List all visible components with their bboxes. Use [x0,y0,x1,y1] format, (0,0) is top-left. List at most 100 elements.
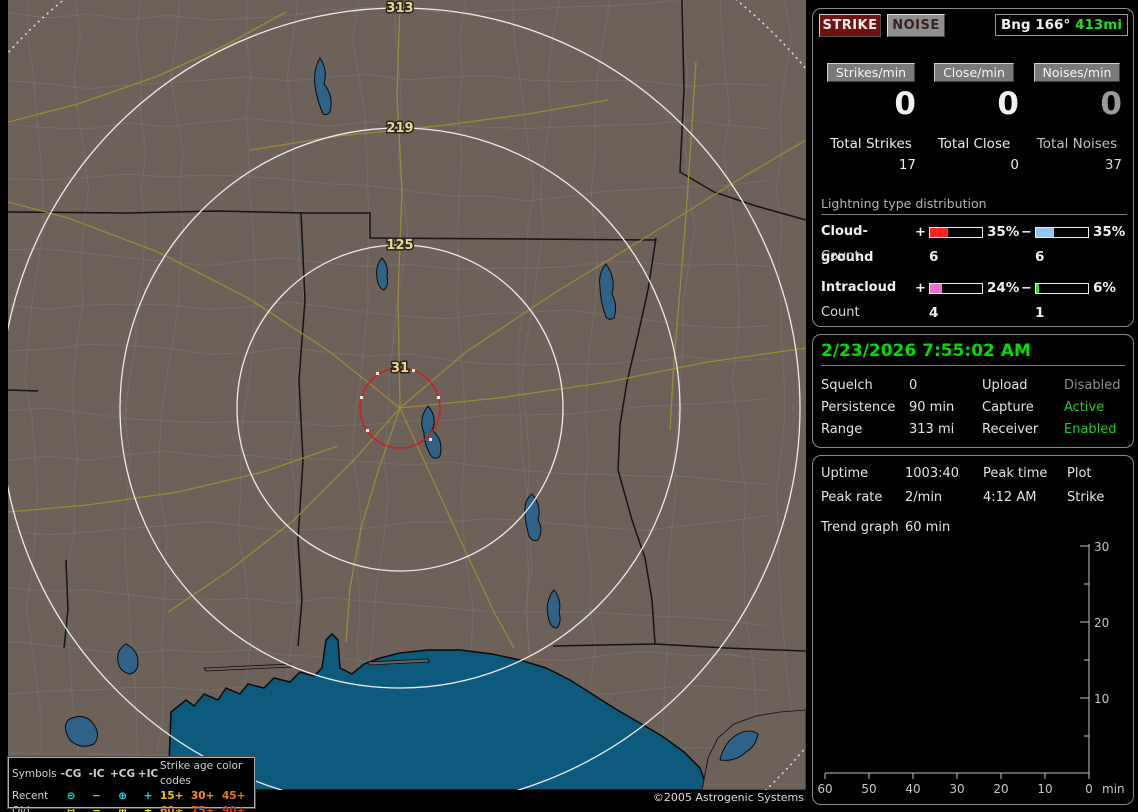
x-tick-0: 0 [1085,782,1093,796]
total-close-value: 0 [1010,157,1019,173]
mode-toggle: STRIKE NOISE [819,14,945,37]
ic-positive-bar [929,282,983,294]
legend-age-header: Strike age color codes [160,760,243,787]
strikes-per-min-button[interactable]: Strikes/min [826,63,916,82]
distribution-grid: Cloud-ground + 35% − 35% Count 6 6 Intra… [821,219,1127,325]
total-strikes-label: Total Strikes [830,136,912,152]
trend-graph-label: Trend graph [821,520,899,535]
strike-mode-button[interactable]: STRIKE [819,14,881,37]
pos-cg-old-icon: ⊕ [118,805,127,812]
capture-label: Capture [982,400,1034,415]
legend-col-neg-ic: -IC [88,767,105,780]
rate-counters: Strikes/min 0 Total Strikes 17 Close/min… [821,63,1127,173]
strikes-rate-value: 0 [894,86,916,122]
x-tick-40: 40 [905,782,920,796]
cg-positive-count: 6 [929,249,939,265]
stats-grid: Uptime 1003:40 Peak time Plot Peak rate … [821,466,1125,505]
range-ring-label: 125 [386,238,413,253]
peak-time-label: Peak time [983,466,1048,481]
total-strikes-value: 17 [898,157,916,173]
x-tick-50: 50 [861,782,876,796]
close-rate-value: 0 [997,86,1019,122]
noises-counter-column: Noises/min 0 Total Noises 37 [1027,63,1127,173]
strikes-counter-column: Strikes/min 0 Total Strikes 17 [821,63,921,173]
count-label: Count [821,249,860,264]
plus-sign: + [915,224,926,240]
status-panel: 2/23/2026 7:55:02 AM Squelch 0 Upload Di… [812,334,1134,448]
pos-ic-old-icon: + [143,805,153,812]
peak-rate-value: 2/min [905,490,943,505]
ic-negative-bar-fill [1036,283,1040,293]
receiver-status: Enabled [1064,422,1117,437]
uptime-value: 1003:40 [905,466,960,481]
plot-value: Strike [1067,490,1105,505]
cg-negative-count: 6 [1035,249,1045,265]
count-label: Count [821,305,860,320]
intracloud-label: Intracloud [821,280,897,295]
persistence-value: 90 min [909,400,955,415]
range-ring-label: 313 [386,1,413,16]
total-noises-value: 37 [1104,157,1122,173]
capture-status: Active [1064,400,1105,415]
bearing-distance-display: Bng 166° 413mi [995,14,1128,36]
x-tick-60: 60 [817,782,832,796]
lightning-distribution: Lightning type distribution Cloud-ground… [821,196,1127,325]
range-ring-label: 31 [391,361,409,376]
range-label: Range [821,422,863,437]
persistence-label: Persistence [821,400,896,415]
range-value: 313 mi [909,422,955,437]
squelch-value: 0 [909,378,918,393]
nexstorm-window: 313 219 125 31 Symbols -CG -IC +CG +IC S… [0,0,1138,812]
total-close-label: Total Close [937,136,1011,152]
status-grid: Squelch 0 Upload Disabled Persistence 90… [821,378,1125,437]
uptime-label: Uptime [821,466,869,481]
trend-graph-chart: 30 20 10 60 50 40 30 20 10 0 min [817,541,1124,796]
map-canvas[interactable]: 313 219 125 31 [8,0,806,790]
ic-negative-pct: 6% [1093,280,1116,296]
cg-negative-bar-fill [1036,227,1055,237]
peak-rate-label: Peak rate [821,490,883,505]
peak-time-value: 4:12 AM [983,490,1037,505]
trend-graph-value: 60 min [905,520,951,535]
bearing-value: Bng 166° [1001,17,1071,33]
noises-rate-value: 0 [1100,86,1122,122]
ic-negative-count: 1 [1035,305,1045,321]
close-per-min-button[interactable]: Close/min [934,63,1014,82]
cg-positive-pct: 35% [987,224,1020,240]
receiver-label: Receiver [982,422,1039,437]
ic-positive-bar-fill [930,283,943,293]
upload-status: Disabled [1064,378,1121,393]
minus-sign: − [1021,224,1032,240]
stats-panel: Uptime 1003:40 Peak time Plot Peak rate … [812,455,1134,805]
cg-negative-pct: 35% [1093,224,1126,240]
cg-positive-bar [929,226,983,238]
legend-symbols-header: Symbols [12,767,57,780]
total-noises-label: Total Noises [1036,136,1118,152]
cloud-ground-label: Cloud-ground [821,224,874,265]
cg-negative-bar [1035,226,1089,238]
distribution-title: Lightning type distribution [821,196,1127,215]
datetime-display: 2/23/2026 7:55:02 AM [821,341,1125,366]
y-tick-10: 10 [1094,692,1109,706]
cg-positive-bar-fill [930,227,949,237]
trend-graph-row: Trend graph 60 min [821,520,1125,535]
noise-mode-button[interactable]: NOISE [887,14,945,37]
x-tick-10: 10 [1037,782,1052,796]
ic-positive-pct: 24% [987,280,1020,296]
legend-row-old-label: Old [12,805,30,812]
squelch-label: Squelch [821,378,873,393]
neg-ic-old-icon: − [92,805,101,812]
x-tick-30: 30 [949,782,964,796]
ic-negative-bar [1035,282,1089,294]
age-code-75: 75+ [191,805,215,812]
age-code-90: 90+ [222,805,246,812]
noises-per-min-button[interactable]: Noises/min [1033,63,1121,82]
copyright-text: ©2005 Astrogenic Systems [652,791,804,804]
range-ring-label: 219 [386,121,413,136]
y-tick-20: 20 [1094,616,1109,630]
close-counter-column: Close/min 0 Total Close 0 [924,63,1024,173]
plot-label: Plot [1067,466,1092,481]
counters-panel: STRIKE NOISE Bng 166° 413mi Strikes/min … [812,8,1134,327]
neg-cg-old-icon: ⊖ [66,805,76,812]
x-tick-20: 20 [993,782,1008,796]
